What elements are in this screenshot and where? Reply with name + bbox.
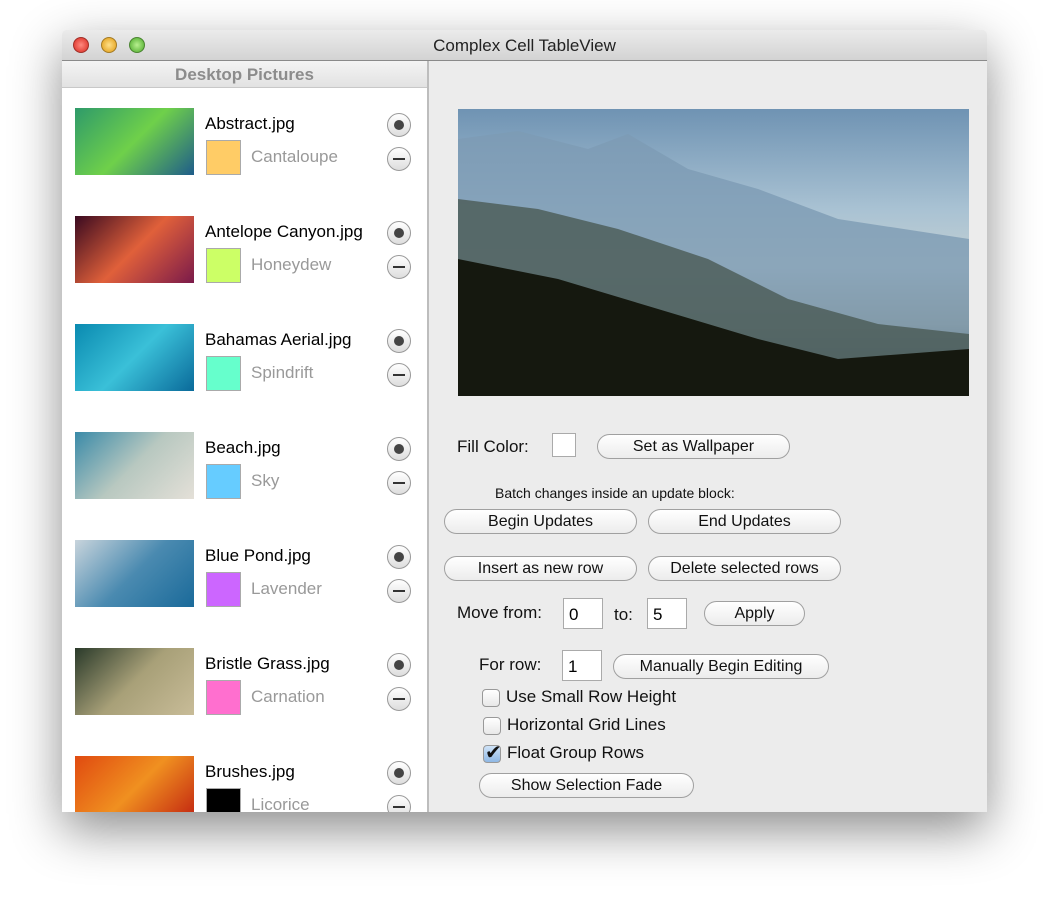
file-name[interactable]: Blue Pond.jpg — [205, 546, 311, 566]
remove-row-button[interactable] — [387, 579, 411, 603]
insert-row-button[interactable]: Insert as new row — [444, 556, 637, 581]
file-name[interactable]: Bristle Grass.jpg — [205, 654, 330, 674]
remove-row-button[interactable] — [387, 255, 411, 279]
for-row-field[interactable]: 1 — [562, 650, 602, 681]
manually-begin-editing-button[interactable]: Manually Begin Editing — [613, 654, 829, 679]
show-selection-fade-button[interactable]: Show Selection Fade — [479, 773, 694, 798]
float-group-rows-checkbox[interactable]: ✔ — [483, 742, 502, 764]
table-row[interactable]: Antelope Canyon.jpg Honeydew — [62, 196, 427, 304]
minus-icon — [393, 266, 405, 268]
app-window: Complex Cell TableView Desktop Pictures … — [62, 30, 987, 812]
magnifier-icon — [394, 228, 404, 238]
file-name[interactable]: Brushes.jpg — [205, 762, 295, 782]
move-to-label: to: — [614, 605, 633, 624]
magnifier-icon — [394, 120, 404, 130]
table-row[interactable]: Abstract.jpg Cantaloupe — [62, 88, 427, 196]
color-swatch[interactable] — [206, 788, 241, 812]
thumbnail-image — [75, 324, 194, 391]
table-row[interactable]: Beach.jpg Sky — [62, 412, 427, 520]
table-row[interactable]: Blue Pond.jpg Lavender — [62, 520, 427, 628]
color-swatch[interactable] — [206, 680, 241, 715]
move-to-field[interactable]: 5 — [647, 598, 687, 629]
thumbnail-image — [75, 108, 194, 175]
remove-row-button[interactable] — [387, 147, 411, 171]
move-from-field[interactable]: 0 — [563, 598, 603, 629]
float-group-rows-label: Float Group Rows — [507, 743, 644, 762]
remove-row-button[interactable] — [387, 471, 411, 495]
color-swatch[interactable] — [206, 356, 241, 391]
apply-button[interactable]: Apply — [704, 601, 805, 626]
small-row-height-checkbox[interactable] — [482, 689, 500, 707]
reveal-button[interactable] — [387, 113, 411, 137]
file-name[interactable]: Bahamas Aerial.jpg — [205, 330, 351, 350]
checkmark-icon: ✔ — [485, 742, 502, 764]
reveal-button[interactable] — [387, 437, 411, 461]
table-header: Desktop Pictures — [62, 61, 427, 88]
begin-updates-button[interactable]: Begin Updates — [444, 509, 637, 534]
move-from-label: Move from: — [457, 603, 543, 622]
minus-icon — [393, 482, 405, 484]
magnifier-icon — [394, 444, 404, 454]
fill-color-label: Fill Color: — [457, 437, 529, 456]
reveal-button[interactable] — [387, 545, 411, 569]
minus-icon — [393, 374, 405, 376]
color-swatch[interactable] — [206, 464, 241, 499]
file-name[interactable]: Abstract.jpg — [205, 114, 295, 134]
magnifier-icon — [394, 768, 404, 778]
color-name: Cantaloupe — [251, 147, 338, 166]
window-title: Complex Cell TableView — [433, 36, 616, 55]
thumbnail-image — [75, 432, 194, 499]
reveal-button[interactable] — [387, 761, 411, 785]
remove-row-button[interactable] — [387, 795, 411, 812]
color-name: Spindrift — [251, 363, 314, 382]
table-row[interactable]: Brushes.jpg Licorice — [62, 736, 427, 812]
grid-lines-label: Horizontal Grid Lines — [507, 715, 666, 734]
minus-icon — [393, 158, 405, 160]
delete-rows-button[interactable]: Delete selected rows — [648, 556, 841, 581]
file-name[interactable]: Beach.jpg — [205, 438, 281, 458]
minus-icon — [393, 806, 405, 808]
color-swatch[interactable] — [206, 248, 241, 283]
color-swatch[interactable] — [206, 572, 241, 607]
minus-icon — [393, 698, 405, 700]
wallpaper-preview — [458, 109, 969, 396]
color-swatch[interactable] — [206, 140, 241, 175]
magnifier-icon — [394, 336, 404, 346]
magnifier-icon — [394, 552, 404, 562]
reveal-button[interactable] — [387, 221, 411, 245]
remove-row-button[interactable] — [387, 363, 411, 387]
color-name: Carnation — [251, 687, 325, 706]
reveal-button[interactable] — [387, 329, 411, 353]
set-wallpaper-button[interactable]: Set as Wallpaper — [597, 434, 790, 459]
thumbnail-image — [75, 540, 194, 607]
fill-color-well[interactable] — [552, 433, 576, 457]
color-name: Sky — [251, 471, 280, 490]
color-name: Licorice — [251, 795, 310, 812]
for-row-label: For row: — [479, 655, 542, 674]
minus-icon — [393, 590, 405, 592]
file-name[interactable]: Antelope Canyon.jpg — [205, 222, 363, 242]
color-name: Honeydew — [251, 255, 332, 274]
color-name: Lavender — [251, 579, 322, 598]
table-row[interactable]: Bahamas Aerial.jpg Spindrift — [62, 304, 427, 412]
batch-label: Batch changes inside an update block: — [495, 485, 735, 501]
table-row[interactable]: Bristle Grass.jpg Carnation — [62, 628, 427, 736]
thumbnail-image — [75, 756, 194, 812]
magnifier-icon — [394, 660, 404, 670]
desktop-pictures-table[interactable]: Desktop Pictures Abstract.jpg Cantaloupe… — [62, 61, 429, 812]
small-row-height-label: Use Small Row Height — [506, 687, 677, 706]
remove-row-button[interactable] — [387, 687, 411, 711]
end-updates-button[interactable]: End Updates — [648, 509, 841, 534]
thumbnail-image — [75, 648, 194, 715]
grid-lines-checkbox[interactable] — [483, 717, 501, 735]
thumbnail-image — [75, 216, 194, 283]
title-bar: Complex Cell TableView — [62, 30, 987, 61]
reveal-button[interactable] — [387, 653, 411, 677]
